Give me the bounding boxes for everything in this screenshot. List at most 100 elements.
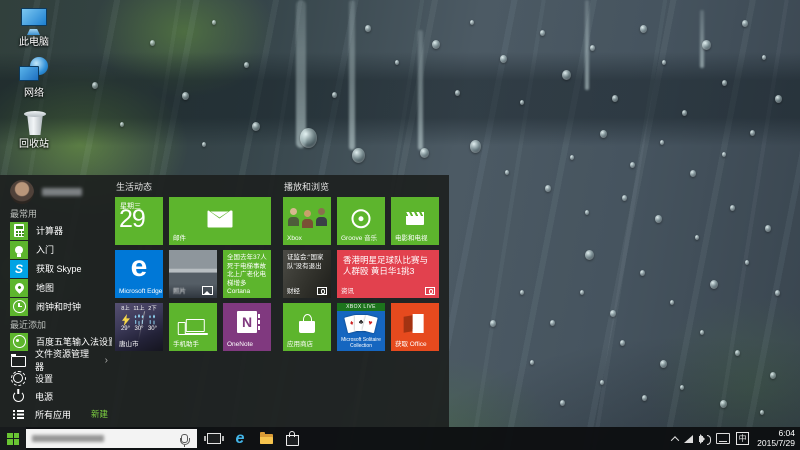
start-menu: 最常用 计算器入门获取 Skype地图闹钟和时钟 最近添加 百度五笔输入法设置 … <box>0 175 449 427</box>
search-input[interactable] <box>26 429 197 448</box>
news-headline: 香港明星足球队比赛与人群殴 黄日华1挑3 <box>337 250 439 277</box>
forecast-temp: 30° <box>146 326 159 333</box>
store-icon[interactable] <box>279 427 305 450</box>
start-menu-left-column: 最常用 计算器入门获取 Skype地图闹钟和时钟 最近添加 百度五笔输入法设置 … <box>0 175 116 427</box>
raindrop <box>760 410 764 415</box>
edge-icon[interactable] <box>227 427 253 450</box>
computer-icon <box>17 6 51 36</box>
start-item-alarms[interactable]: 闹钟和时钟 <box>10 297 112 316</box>
tile-news[interactable]: 香港明星足球队比赛与人群殴 黄日华1挑3 资讯 <box>337 250 439 298</box>
photo-icon <box>425 287 435 295</box>
tile-label: OneNote <box>227 341 253 348</box>
forecast-time: 2下 <box>146 306 159 313</box>
tile-label: Cortana <box>227 288 250 295</box>
tile-get-office[interactable]: 获取 Office <box>391 303 439 351</box>
tile-cortana[interactable]: 全国去年37人死于电梯事故 北上广老化电梯增多 Cortana <box>223 250 271 298</box>
window-frame-blur <box>0 52 800 146</box>
chevron-right-icon[interactable]: › <box>105 355 108 366</box>
raindrop <box>252 122 260 131</box>
tile-calendar[interactable]: 星期三 29 <box>115 197 163 245</box>
water-runnel <box>418 30 423 150</box>
weather-forecast: 8上 29° 11上 30° 2下 30° <box>115 303 163 333</box>
recently-added-header: 最近添加 <box>10 318 112 332</box>
tile-label: Xbox <box>287 235 302 242</box>
group-title: 生活动态 <box>116 180 152 193</box>
start-item-label: 获取 Skype <box>36 262 82 275</box>
raindrop <box>710 280 718 289</box>
raindrop <box>150 40 155 46</box>
raindrop <box>660 360 667 368</box>
xbox-avatars-icon <box>283 208 331 228</box>
raindrop <box>202 142 206 147</box>
get-started-icon <box>10 241 28 259</box>
start-item-label: 入门 <box>36 243 54 256</box>
tile-mail[interactable]: 邮件 <box>169 197 271 245</box>
user-account-button[interactable] <box>10 180 112 204</box>
tile-label: 照片 <box>173 288 186 295</box>
power-item[interactable]: 电源 <box>10 387 112 405</box>
tile-edge[interactable]: e Microsoft Edge <box>115 250 163 298</box>
volume-icon[interactable] <box>699 427 710 450</box>
chevron-up-icon[interactable] <box>672 427 678 450</box>
start-button[interactable] <box>0 427 26 450</box>
raindrop <box>590 45 595 51</box>
raindrop <box>660 140 664 145</box>
start-item-get-started[interactable]: 入门 <box>10 240 112 259</box>
microphone-icon[interactable] <box>181 434 188 443</box>
user-name-blurred <box>42 188 82 196</box>
search-hint-blurred <box>32 435 104 442</box>
tile-finance[interactable]: 证监会:“国家队”没有退出 财经 <box>283 250 331 298</box>
start-item-calculator[interactable]: 计算器 <box>10 221 112 240</box>
raindrop <box>680 385 684 390</box>
task-view-icon[interactable] <box>201 427 227 450</box>
file-explorer-item[interactable]: 文件资源管理器 › <box>10 351 112 369</box>
raindrop <box>610 310 616 317</box>
clock[interactable]: 6:04 2015/7/29 <box>757 429 795 448</box>
power-label: 电源 <box>35 390 53 403</box>
raindrop <box>182 92 189 100</box>
raindrop <box>92 82 98 89</box>
tile-onenote[interactable]: N OneNote <box>223 303 271 351</box>
tile-weather[interactable]: 8上 29° 11上 30° 2下 30° 唐山市 <box>115 303 163 351</box>
keyboard-icon[interactable] <box>716 427 730 450</box>
ime-indicator[interactable]: 中 <box>736 432 749 445</box>
raindrop <box>720 400 727 408</box>
tile-label: 应用商店 <box>287 341 313 348</box>
start-item-maps[interactable]: 地图 <box>10 278 112 297</box>
raindrop <box>695 235 699 240</box>
tile-photos[interactable]: 照片 <box>169 250 217 298</box>
raindrop <box>520 290 524 295</box>
desktop-icon-computer[interactable]: 此电脑 <box>6 6 62 48</box>
xbox-live-banner: XBOX LIVE <box>337 303 385 311</box>
storm-icon <box>119 313 132 326</box>
desktop-icon-network[interactable]: 网络 <box>6 57 62 99</box>
tile-xbox[interactable]: Xbox <box>283 197 331 245</box>
forecast-temp: 30° <box>133 326 146 333</box>
weather-city: 唐山市 <box>119 341 139 348</box>
most-used-list: 计算器入门获取 Skype 地图闹钟和时钟 <box>10 221 112 316</box>
tile-movies-tv[interactable]: 电影和电视 <box>391 197 439 245</box>
raindrop <box>300 128 317 148</box>
shopping-bag-icon <box>299 321 315 333</box>
system-tray: 中 6:04 2015/7/29 <box>672 427 800 450</box>
raindrop <box>600 380 604 385</box>
raindrop <box>730 205 735 211</box>
raindrop <box>722 152 726 157</box>
raindrop <box>622 195 627 201</box>
raindrop <box>770 372 776 379</box>
file-explorer-icon[interactable] <box>253 427 279 450</box>
start-item-skype[interactable]: 获取 Skype <box>10 259 112 278</box>
tile-groove-music[interactable]: Groove 音乐 <box>337 197 385 245</box>
tile-phone-companion[interactable]: 手机助手 <box>169 303 217 351</box>
desktop-icon-recycle-bin[interactable]: 回收站 <box>6 108 62 150</box>
tile-store[interactable]: 应用商店 <box>283 303 331 351</box>
clapperboard-icon <box>406 212 424 225</box>
network-icon[interactable] <box>684 427 693 450</box>
tile-solitaire[interactable]: XBOX LIVE ♦ ♣ ♥ Microsoft Solitaire Coll… <box>337 303 385 351</box>
raindrop <box>500 55 507 63</box>
raindrop <box>120 122 124 127</box>
start-item-label: 闹钟和时钟 <box>36 300 81 313</box>
clock-date: 2015/7/29 <box>757 439 795 449</box>
raindrop <box>212 20 216 25</box>
all-apps-item[interactable]: 所有应用 新建 <box>10 405 112 423</box>
